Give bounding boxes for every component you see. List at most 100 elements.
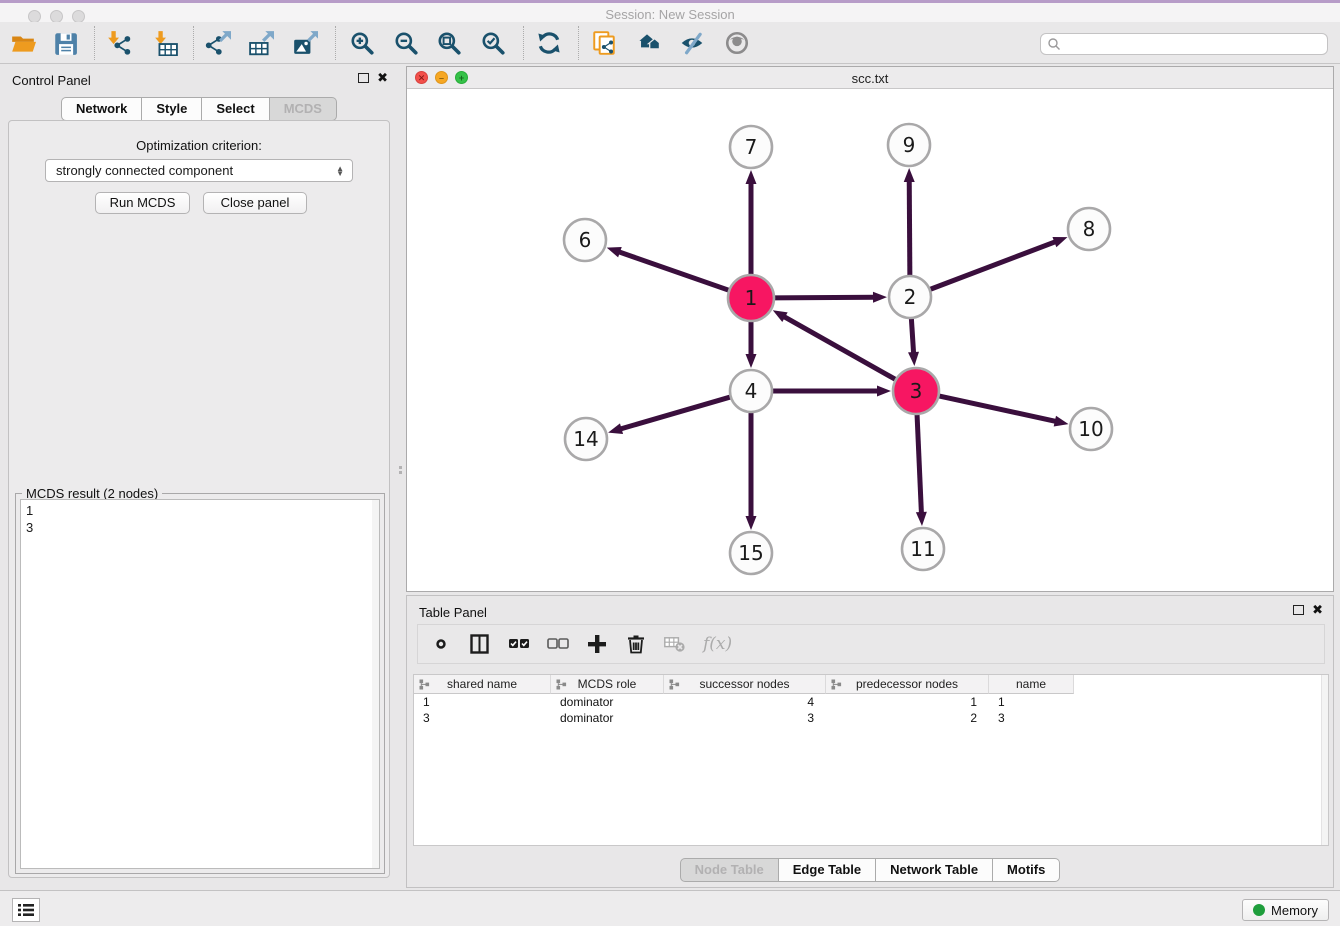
refresh-layout-icon[interactable] [536,30,564,58]
control-tab-mcds[interactable]: MCDS [270,97,337,121]
search-input[interactable] [1061,37,1327,51]
mcds-result-list[interactable]: 1 3 [20,499,380,869]
control-tab-network[interactable]: Network [61,97,142,121]
graph-edge-1-2[interactable] [772,297,876,298]
task-history-button[interactable] [12,898,40,922]
export-table-icon[interactable] [248,30,276,58]
select-all-checkboxes-icon[interactable] [508,633,530,655]
toolbar-separator [578,26,579,60]
table-header-row: shared nameMCDS rolesuccessor nodesprede… [414,675,1328,694]
graph-node-1[interactable]: 1 [728,275,774,321]
graph-node-14[interactable]: 14 [565,418,607,460]
zoom-out-icon[interactable] [393,30,421,58]
search-box[interactable] [1040,33,1328,55]
float-table-panel-icon[interactable] [1293,605,1304,615]
close-panel-icon[interactable]: ✖ [377,73,388,83]
memory-label: Memory [1271,903,1318,918]
export-image-icon[interactable] [292,30,320,58]
search-icon [1047,37,1061,51]
control-tab-style[interactable]: Style [142,97,202,121]
graph-node-15[interactable]: 15 [730,532,772,574]
graph-node-11[interactable]: 11 [902,528,944,570]
mcds-tab-content: Optimization criterion: strongly connect… [8,120,390,878]
import-network-icon[interactable] [106,30,134,58]
table-row[interactable]: 1dominator411 [414,694,1328,710]
column-header-predecessor-nodes[interactable]: predecessor nodes [826,675,989,694]
memory-status-icon [1253,904,1265,916]
unselect-all-checkboxes-icon[interactable] [547,633,569,655]
show-networks-home-icon[interactable] [634,30,662,58]
network-window-titlebar[interactable]: ✕ – + scc.txt [407,67,1333,89]
graph-node-9[interactable]: 9 [888,124,930,166]
import-table-icon[interactable] [153,30,181,58]
hide-panels-eye-icon[interactable] [679,30,707,58]
result-scrollbar[interactable] [372,500,379,868]
zoom-fit-icon[interactable] [436,30,464,58]
svg-text:7: 7 [745,135,758,159]
save-session-icon[interactable] [52,30,80,58]
table-settings-gear-icon[interactable] [430,633,452,655]
toggle-view-eye-icon[interactable] [724,30,752,58]
column-header-name[interactable]: name [989,675,1074,694]
graph-edge-2-9[interactable] [909,179,910,278]
column-header-successor-nodes[interactable]: successor nodes [664,675,826,694]
graph-node-8[interactable]: 8 [1068,208,1110,250]
zoom-selected-icon[interactable] [480,30,508,58]
close-table-panel-icon[interactable]: ✖ [1312,605,1323,615]
table-scrollbar[interactable] [1321,675,1328,845]
graph-edge-arrow-1-4 [746,354,757,368]
delete-table-icon[interactable] [664,633,686,655]
function-builder-icon: f(x) [703,634,732,654]
graph-edge-3-10[interactable] [937,395,1058,421]
graph-node-2[interactable]: 2 [889,276,931,318]
window-title: Session: New Session [0,7,1340,22]
titlebar: Session: New Session [0,3,1340,22]
table-tab-edge-table[interactable]: Edge Table [779,858,876,882]
graph-edge-3-1[interactable] [782,316,897,381]
column-header-shared-name[interactable]: shared name [414,675,551,694]
close-panel-button[interactable]: Close panel [203,192,307,214]
graph-node-7[interactable]: 7 [730,126,772,168]
table-tab-motifs[interactable]: Motifs [993,858,1060,882]
graph-edge-arrow-1-2 [873,292,887,303]
run-mcds-button[interactable]: Run MCDS [95,192,190,214]
table-tab-network-table[interactable]: Network Table [876,858,993,882]
svg-text:6: 6 [579,228,592,252]
graph-node-10[interactable]: 10 [1070,408,1112,450]
delete-column-icon[interactable] [625,633,647,655]
show-column-panel-icon[interactable] [469,633,491,655]
control-tab-select[interactable]: Select [202,97,269,121]
graph-edge-3-11[interactable] [917,412,922,515]
table-toolbar: f(x) [417,624,1325,664]
network-graph-canvas[interactable]: 7 9 6 8 1 2 4 3 14 10 15 11 [407,89,1333,591]
export-network-icon[interactable] [205,30,233,58]
graph-edge-2-3[interactable] [911,316,913,355]
control-panel-title: Control Panel [12,73,91,88]
duplicate-network-icon[interactable] [591,30,619,58]
graph-edge-arrow-2-3 [908,352,919,366]
graph-edge-4-14[interactable] [619,396,733,429]
add-column-icon[interactable] [586,633,608,655]
table-tab-node-table[interactable]: Node Table [680,858,779,882]
optimization-criterion-value: strongly connected component [56,163,336,178]
graph-node-4[interactable]: 4 [730,370,772,412]
graph-node-3[interactable]: 3 [893,368,939,414]
mcds-result-group: MCDS result (2 nodes) 1 3 [15,493,385,874]
graph-edge-arrow-3-11 [916,512,927,526]
graph-edge-arrow-2-9 [904,168,915,182]
graph-edge-1-6[interactable] [617,251,731,291]
column-header-MCDS-role[interactable]: MCDS role [551,675,664,694]
optimization-criterion-select[interactable]: strongly connected component ▲▼ [45,159,353,182]
graph-edge-2-8[interactable] [928,241,1057,290]
table-row[interactable]: 3dominator323 [414,710,1328,726]
toolbar-separator [335,26,336,60]
graph-edge-arrow-3-10 [1054,416,1069,427]
zoom-in-icon[interactable] [349,30,377,58]
open-file-icon[interactable] [10,30,38,58]
memory-button[interactable]: Memory [1242,899,1329,921]
svg-text:9: 9 [903,133,916,157]
vertical-splitter-handle[interactable] [398,464,402,476]
graph-node-6[interactable]: 6 [564,219,606,261]
float-panel-icon[interactable] [358,73,369,83]
svg-text:4: 4 [745,379,758,403]
